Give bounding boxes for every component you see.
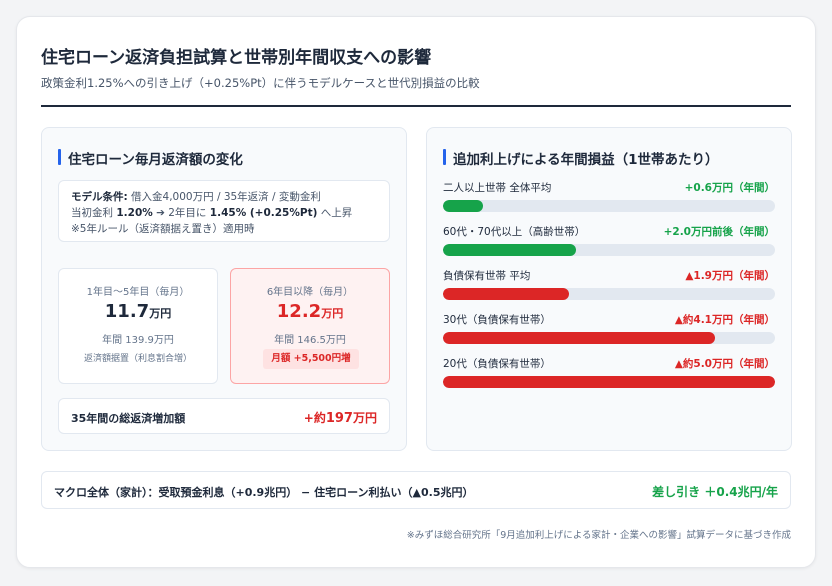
model-label: モデル条件: [71, 191, 128, 203]
payment-box-value: 12.2万円 [276, 301, 344, 322]
impact-bar-track [443, 332, 775, 344]
loan-payment-panel: 住宅ローン毎月返済額の変化 モデル条件: 借入金4,000万円 / 35年返済 … [41, 127, 407, 451]
impact-bar-track [443, 288, 775, 300]
impact-row: 負債保有世帯 平均 ▲1.9万円（年間） [443, 268, 775, 308]
impact-row-label: 二人以上世帯 全体平均 [443, 182, 552, 194]
impact-bar-track [443, 244, 775, 256]
model-conditions: モデル条件: 借入金4,000万円 / 35年返済 / 変動金利 当初金利 1.… [58, 180, 390, 242]
payment-box-note: 返済額据置（利息割合増） [83, 354, 192, 364]
impact-bar-track [443, 376, 775, 388]
rate-suffix: へ上昇 [317, 207, 353, 219]
impact-row-label: 30代（負債保有世帯） [443, 314, 551, 326]
impact-row-label: 負債保有世帯 平均 [443, 270, 531, 282]
model-conditions-text: 借入金4,000万円 / 35年返済 / 変動金利 [127, 191, 321, 203]
impact-row: 20代（負債保有世帯） ▲約5.0万円（年間） [443, 356, 775, 396]
model-note: ※5年ルール（返済額据え置き）適用時 [71, 223, 255, 235]
page-subtitle: 政策金利1.25%への引き上げ（+0.25%Pt）に伴うモデルケースと世代別損益… [41, 76, 480, 90]
payment-box-year-6-onward: 6年目以降（毎月） 12.2万円 年間 146.5万円 月額 +5,500円増 [230, 268, 390, 384]
impact-row-label: 60代・70代以上（高齢世帯） [443, 226, 586, 238]
impact-row-value: ▲約4.1万円（年間） [674, 314, 775, 326]
rate-prefix: 当初金利 [71, 207, 117, 219]
rate-initial: 1.20% [116, 207, 153, 219]
impact-bar-fill [443, 200, 483, 212]
total-increase-row: 35年間の総返済増加額 +約197万円 [58, 398, 390, 434]
total-increase-value: +約197万円 [303, 411, 377, 426]
rate-mid: ➔ 2年目に [152, 207, 210, 219]
total-increase-label: 35年間の総返済増加額 [71, 412, 186, 425]
impact-row-value: ▲約5.0万円（年間） [674, 358, 775, 370]
impact-bar-fill [443, 244, 576, 256]
rate-new: 1.45% (+0.25%Pt) [209, 207, 318, 219]
payment-box-label: 1年目～5年目（毎月） [86, 287, 190, 298]
macro-label: マクロ全体（家計）：受取預金利息（+0.9兆円） − 住宅ローン利払い（▲0.5… [54, 486, 474, 499]
increase-badge: 月額 +5,500円増 [263, 349, 359, 369]
page-title: 住宅ローン返済負担試算と世帯別年間収支への影響 [41, 48, 432, 68]
impact-row-value: ▲1.9万円（年間） [685, 270, 775, 282]
impact-row-value: +2.0万円前後（年間） [663, 226, 775, 238]
payment-box-yearly: 年間 139.9万円 [102, 335, 174, 346]
impact-row: 30代（負債保有世帯） ▲約4.1万円（年間） [443, 312, 775, 352]
title-divider [41, 105, 791, 107]
payment-box-yearly: 年間 146.5万円 [274, 335, 346, 346]
impact-bar-fill [443, 288, 570, 300]
impact-row-label: 20代（負債保有世帯） [443, 358, 551, 370]
payment-box-label: 6年目以降（毎月） [266, 287, 354, 298]
impact-panel-title: 追加利上げによる年間損益（1世帯あたり） [443, 148, 719, 168]
impact-row: 60代・70代以上（高齢世帯） +2.0万円前後（年間） [443, 224, 775, 264]
source-note: ※みずほ総合研究所「9月追加利上げによる家計・企業への影響」試算データに基づき作… [406, 530, 791, 541]
report-card: 住宅ローン返済負担試算と世帯別年間収支への影響 政策金利1.25%への引き上げ（… [16, 16, 816, 568]
impact-bar-fill [443, 332, 716, 344]
loan-panel-title: 住宅ローン毎月返済額の変化 [58, 148, 243, 168]
impact-row-value: +0.6万円（年間） [684, 182, 775, 194]
impact-bar-track [443, 200, 775, 212]
payment-box-value: 11.7万円 [104, 301, 172, 322]
macro-summary: マクロ全体（家計）：受取預金利息（+0.9兆円） − 住宅ローン利払い（▲0.5… [41, 471, 791, 509]
payment-box-years-1-5: 1年目～5年目（毎月） 11.7万円 年間 139.9万円 返済額据置（利息割合… [58, 268, 218, 384]
household-impact-panel: 追加利上げによる年間損益（1世帯あたり） 二人以上世帯 全体平均 +0.6万円（… [426, 127, 792, 451]
impact-row: 二人以上世帯 全体平均 +0.6万円（年間） [443, 180, 775, 220]
impact-bar-fill [443, 376, 775, 388]
macro-result: 差し引き ＋0.4兆円/年 [652, 485, 778, 499]
